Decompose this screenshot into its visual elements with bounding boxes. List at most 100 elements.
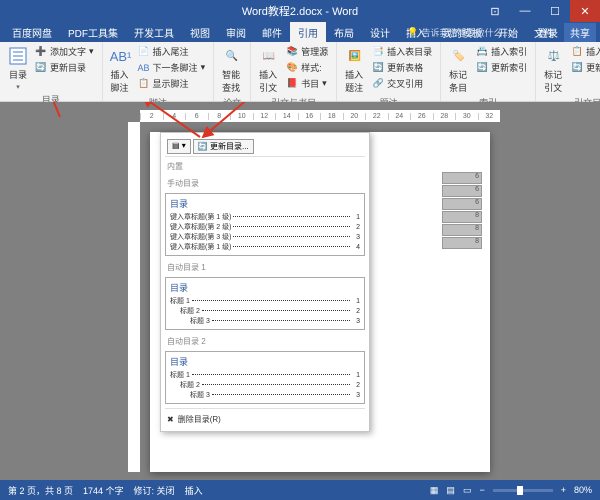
toc-entry: 标题 22: [170, 306, 360, 316]
show-icon: 📋: [138, 78, 150, 90]
auto1-label: 自动目录 1: [165, 258, 365, 275]
insert-caption-button[interactable]: 🖼️ 插入题注: [343, 44, 367, 96]
tell-me-search[interactable]: 💡 告诉我您想要做什么...: [407, 26, 510, 39]
biblio-button[interactable]: 📕书目 ▾: [284, 76, 330, 91]
update-icon: 🔄: [198, 142, 208, 151]
menu-邮件[interactable]: 邮件: [254, 22, 290, 43]
ribbon: 目录 ▾ ➕添加文字 ▾ 🔄更新目录 目录 AB¹ 插入脚注 📄插入尾注 AB下…: [0, 42, 600, 102]
toc-entry: 标题 11: [170, 370, 360, 380]
track-changes-status[interactable]: 修订: 关闭: [134, 484, 175, 497]
style-button[interactable]: 🎨样式:: [284, 60, 330, 75]
maximize-button[interactable]: ☐: [540, 0, 570, 22]
title-bar: Word教程2.docx - Word ⊡ — ☐ ✕: [0, 0, 600, 22]
insert-toa-button[interactable]: 📋插入引文目录: [569, 44, 600, 59]
zoom-out-button[interactable]: −: [479, 485, 484, 495]
insert-footnote-button[interactable]: AB¹ 插入脚注: [109, 44, 133, 96]
group-toc: 目录 ▾ ➕添加文字 ▾ 🔄更新目录 目录: [0, 42, 103, 101]
zoom-slider[interactable]: [493, 489, 553, 492]
mark-cite-icon: ⚖️: [544, 46, 564, 66]
builtin-label: 内置: [165, 157, 365, 174]
menu-视图[interactable]: 视图: [182, 22, 218, 43]
web-layout-icon[interactable]: ▭: [463, 485, 472, 496]
zoom-level[interactable]: 80%: [574, 485, 592, 495]
zoom-in-button[interactable]: +: [561, 485, 566, 495]
read-mode-icon[interactable]: ▦: [430, 485, 439, 496]
insert-mode[interactable]: 插入: [185, 484, 203, 497]
update-toc-tab[interactable]: 🔄 更新目录...: [193, 139, 254, 154]
toc-style-tab[interactable]: ▤ ▾: [167, 139, 191, 154]
remove-icon: ✖: [167, 415, 174, 424]
document-workspace: 2468101214161820222426283032 666888 ▤ ▾ …: [0, 102, 600, 480]
word-count[interactable]: 1744 个字: [83, 484, 124, 497]
manage-sources-button[interactable]: 📚管理源: [284, 44, 330, 59]
toc-button[interactable]: 目录 ▾: [6, 44, 30, 93]
menu-设计[interactable]: 设计: [362, 22, 398, 43]
lookup-icon: 🔍: [222, 46, 242, 66]
toc-gallery-dropdown: ▤ ▾ 🔄 更新目录... 内置 手动目录 目录 键入章标题(第 1 级)1键入…: [160, 132, 370, 432]
show-notes-button[interactable]: 📋显示脚注: [136, 76, 208, 91]
add-text-button[interactable]: ➕添加文字 ▾: [33, 44, 96, 59]
insert-endnote-button[interactable]: 📄插入尾注: [136, 44, 208, 59]
status-bar: 第 2 页，共 8 页 1744 个字 修订: 关闭 插入 ▦ ▤ ▭ − + …: [0, 480, 600, 500]
menu-开发工具[interactable]: 开发工具: [126, 22, 182, 43]
account-area: 登录 共享: [538, 23, 596, 42]
print-layout-icon[interactable]: ▤: [446, 485, 455, 496]
menu-布局[interactable]: 布局: [326, 22, 362, 43]
auto-toc-2-option[interactable]: 目录 标题 11标题 22标题 33: [165, 351, 365, 404]
ribbon-options-icon[interactable]: ⊡: [480, 0, 510, 22]
toc-entry: 键入章标题(第 2 级)2: [170, 222, 360, 232]
manual-toc-option[interactable]: 目录 键入章标题(第 1 级)1键入章标题(第 2 级)2键入章标题(第 3 级…: [165, 193, 365, 256]
menu-百度网盘[interactable]: 百度网盘: [4, 22, 60, 43]
insert-fig-toc-button[interactable]: 📑插入表目录: [370, 44, 434, 59]
add-text-icon: ➕: [35, 46, 47, 58]
close-button[interactable]: ✕: [570, 0, 600, 22]
sign-in-link[interactable]: 登录: [538, 25, 558, 40]
document-title: Word教程2.docx - Word: [242, 3, 358, 19]
menu-PDF工具集[interactable]: PDF工具集: [60, 22, 126, 43]
manual-toc-label: 手动目录: [165, 174, 365, 191]
update-table-button[interactable]: 🔄更新表格: [370, 60, 434, 75]
toc-entry: 标题 22: [170, 380, 360, 390]
next-icon: AB: [138, 62, 150, 74]
next-footnote-button[interactable]: AB下一条脚注 ▾: [136, 60, 208, 75]
dropdown-toolbar: ▤ ▾ 🔄 更新目录...: [165, 137, 365, 157]
chevron-down-icon: ▾: [16, 83, 20, 91]
toc-entry: 键入章标题(第 1 级)1: [170, 212, 360, 222]
style-icon: 🎨: [286, 62, 298, 74]
vertical-ruler[interactable]: [128, 122, 140, 472]
update-toc-button[interactable]: 🔄更新目录: [33, 60, 96, 75]
mark-citation-button[interactable]: ⚖️ 标记引文: [542, 44, 566, 96]
caption-icon: 🖼️: [345, 46, 365, 66]
update-index-button[interactable]: 🔄更新索引: [474, 60, 529, 75]
bulb-icon: 💡: [407, 27, 418, 38]
horizontal-ruler[interactable]: 2468101214161820222426283032: [140, 110, 500, 122]
figtoc-icon: 📑: [372, 46, 384, 58]
cross-ref-button[interactable]: 🔗交叉引用: [370, 76, 434, 91]
smart-lookup-button[interactable]: 🔍 智能查找: [220, 44, 244, 96]
group-research: 🔍 智能查找 论文: [214, 42, 251, 101]
group-index: 🏷️ 标记条目 📇插入索引 🔄更新索引 索引: [441, 42, 536, 101]
minimize-button[interactable]: —: [510, 0, 540, 22]
update-icon: 🔄: [35, 62, 47, 74]
mark-icon: 🏷️: [449, 46, 469, 66]
group-footnote: AB¹ 插入脚注 📄插入尾注 AB下一条脚注 ▾ 📋显示脚注 脚注: [103, 42, 215, 101]
menu-审阅[interactable]: 审阅: [218, 22, 254, 43]
insert-citation-button[interactable]: 📖 插入引文: [257, 44, 281, 96]
menu-引用[interactable]: 引用: [290, 22, 326, 43]
document-page[interactable]: 666888 ▤ ▾ 🔄 更新目录... 内置 手动目录 目录 键入章标题(第 …: [150, 132, 490, 472]
auto2-label: 自动目录 2: [165, 332, 365, 349]
insert-index-button[interactable]: 📇插入索引: [474, 44, 529, 59]
update-toa-button[interactable]: 🔄更新引文目录: [569, 60, 600, 75]
group-toa: ⚖️ 标记引文 📋插入引文目录 🔄更新引文目录 引文目录: [536, 42, 600, 101]
toc-entry: 键入章标题(第 3 级)3: [170, 232, 360, 242]
toc-entry: 标题 11: [170, 296, 360, 306]
ins-toa-icon: 📋: [571, 46, 583, 58]
upd-idx-icon: 🔄: [476, 62, 488, 74]
page-count[interactable]: 第 2 页，共 8 页: [8, 484, 73, 497]
toc-entry: 键入章标题(第 1 级)4: [170, 242, 360, 252]
window-controls: ⊡ — ☐ ✕: [480, 0, 600, 22]
mark-entry-button[interactable]: 🏷️ 标记条目: [447, 44, 471, 96]
remove-toc-button[interactable]: ✖ 删除目录(R): [165, 412, 365, 427]
share-button[interactable]: 共享: [564, 23, 596, 42]
auto-toc-1-option[interactable]: 目录 标题 11标题 22标题 33: [165, 277, 365, 330]
